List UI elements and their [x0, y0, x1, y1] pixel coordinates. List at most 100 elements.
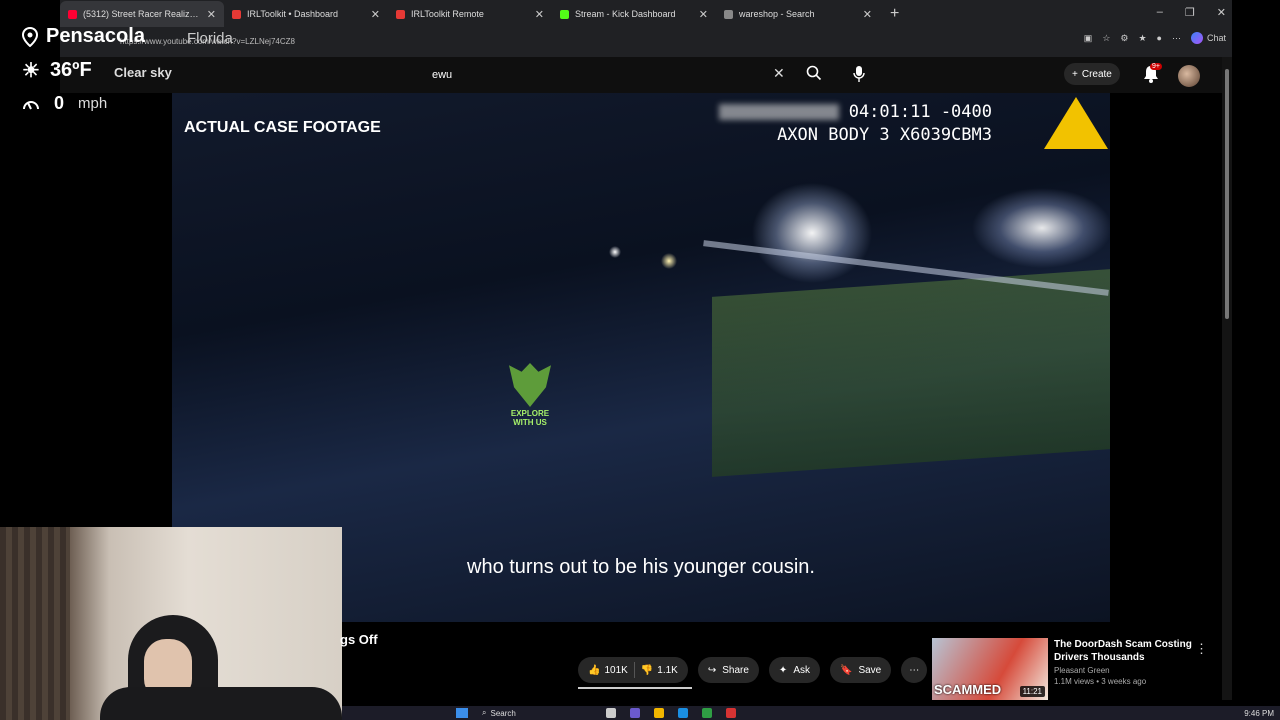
channel-name[interactable]: Pleasant Green: [1054, 666, 1204, 675]
copilot-chat-button[interactable]: Chat: [1190, 32, 1226, 44]
weather-condition: Clear sky: [114, 65, 172, 80]
ask-button[interactable]: ✦ Ask: [768, 657, 820, 683]
recommendation-info: The DoorDash Scam Costing Drivers Thousa…: [1048, 638, 1204, 702]
tab-wareshop-search[interactable]: wareshop - Search ✕: [716, 1, 880, 27]
file-explorer-icon[interactable]: [654, 708, 664, 718]
share-label: Share: [722, 664, 749, 676]
redacted-date: [718, 104, 839, 120]
avatar[interactable]: [1178, 65, 1200, 87]
close-tab-icon[interactable]: ✕: [535, 8, 544, 21]
windows-start-icon[interactable]: [456, 708, 468, 718]
profile-icon[interactable]: ●: [1157, 33, 1162, 43]
dislike-button[interactable]: 👎 1.1K: [641, 665, 678, 676]
ask-label: Ask: [793, 664, 810, 676]
video-title: gs Off: [340, 632, 378, 647]
notifications-badge: 9+: [1150, 63, 1162, 70]
recommended-video[interactable]: SCAMMED 11:21 The DoorDash Scam Costing …: [932, 638, 1222, 702]
bodycam-id: AXON BODY 3 X6039CBM3: [777, 125, 992, 145]
share-icon: ↪: [707, 664, 717, 676]
close-tab-icon[interactable]: ✕: [371, 8, 380, 21]
wolf-logo-icon: [509, 363, 551, 407]
search-icon: ⌕: [482, 708, 487, 717]
clear-search-icon[interactable]: ✕: [773, 65, 785, 82]
save-label: Save: [858, 664, 882, 676]
browser-chrome: (5312) Street Racer Realizes H ✕ IRLTool…: [60, 0, 1232, 57]
location-pin-icon: [22, 26, 38, 47]
like-dislike-group: 👍 101K 👎 1.1K: [578, 657, 688, 683]
microphone-icon[interactable]: [852, 65, 866, 88]
watermark-text: EXPLORE WITH US: [510, 409, 550, 427]
youtube-favicon-icon: [68, 9, 77, 19]
like-ratio-bar: [578, 687, 692, 689]
taskbar-clock: 9:46 PM: [1244, 708, 1274, 718]
search-favicon-icon: [724, 9, 733, 19]
tab-title: wareshop - Search: [739, 9, 815, 19]
task-view-icon[interactable]: [606, 708, 616, 718]
irltoolkit-favicon-icon: [232, 9, 241, 19]
curtain: [0, 527, 70, 720]
extensions-icon[interactable]: ⚙: [1120, 33, 1128, 44]
channel-watermark: EXPLORE WITH US: [502, 363, 558, 427]
speed-unit: mph: [78, 95, 108, 112]
thumbnail-text: SCAMMED: [934, 682, 1002, 697]
streamer-body: [100, 687, 342, 720]
like-count: 101K: [604, 664, 628, 676]
tab-title: IRLToolkit • Dashboard: [247, 9, 339, 19]
minimize-icon[interactable]: –: [1157, 6, 1163, 19]
kebab-menu-icon[interactable]: ⋮: [1195, 641, 1208, 657]
scrollbar-thumb[interactable]: [1225, 69, 1229, 319]
divider: [633, 662, 635, 678]
plus-icon: +: [1072, 68, 1078, 80]
favorites-icon[interactable]: ★: [1138, 33, 1146, 44]
obs-icon[interactable]: [726, 708, 736, 718]
like-button[interactable]: 👍 101K: [588, 665, 628, 676]
temperature: 36ºF: [49, 59, 92, 81]
window-controls: – ❐ ✕: [1157, 6, 1226, 19]
tab-irltoolkit-dashboard[interactable]: IRLToolkit • Dashboard ✕: [224, 1, 388, 27]
save-button[interactable]: 🔖 Save: [829, 657, 892, 683]
more-actions-button[interactable]: ⋯: [901, 657, 928, 683]
split-screen-icon[interactable]: ▣: [1084, 33, 1093, 44]
page-scrollbar[interactable]: [1222, 57, 1232, 700]
tab-strip: (5312) Street Racer Realizes H ✕ IRLTool…: [60, 0, 1232, 28]
city-name: Pensacola: [46, 25, 145, 47]
bodycam-stamp: 04:01:11 -0400 AXON BODY 3 X6039CBM3: [718, 101, 992, 147]
tab-kick-dashboard[interactable]: Stream - Kick Dashboard ✕: [552, 1, 716, 27]
more-menu-icon[interactable]: ⋯: [1172, 33, 1181, 44]
create-button[interactable]: + Create: [1064, 63, 1120, 85]
close-tab-icon[interactable]: ✕: [863, 8, 872, 21]
video-duration: 11:21: [1019, 686, 1045, 697]
copilot-icon: [1190, 32, 1203, 44]
tab-youtube[interactable]: (5312) Street Racer Realizes H ✕: [60, 1, 224, 27]
maximize-icon[interactable]: ❐: [1185, 6, 1195, 19]
bodycam-time: 04:01:11 -0400: [848, 102, 992, 122]
video-actions: 👍 101K 👎 1.1K ↪ Share ✦ Ask 🔖 Save ⋯: [578, 657, 928, 683]
recommendation-title[interactable]: The DoorDash Scam Costing Drivers Thousa…: [1054, 638, 1204, 664]
address-bar[interactable]: https://www.youtube.com/watch?v=LZLNej74…: [120, 32, 1120, 50]
copilot-app-icon[interactable]: [630, 708, 640, 718]
search-icon[interactable]: [806, 65, 822, 86]
kick-favicon-icon: [560, 9, 569, 19]
video-thumbnail[interactable]: SCAMMED 11:21: [932, 638, 1048, 700]
windows-taskbar: ⌕ Search 9:46 PM: [342, 706, 1280, 720]
thumbs-up-icon: 👍: [588, 664, 601, 676]
browser-toolbar: ▣ ☆ ⚙ ★ ● ⋯ Chat: [1084, 32, 1226, 44]
speed-value: 0: [54, 93, 65, 113]
taskbar-search[interactable]: ⌕ Search: [482, 708, 592, 718]
new-tab-button[interactable]: +: [890, 5, 899, 23]
close-tab-icon[interactable]: ✕: [207, 8, 216, 21]
tab-irltoolkit-remote[interactable]: IRLToolkit Remote ✕: [388, 1, 552, 27]
xbox-icon[interactable]: [702, 708, 712, 718]
location-overlay: Pensacola: [22, 25, 145, 48]
view-meta: 1.1M views • 3 weeks ago: [1054, 677, 1147, 686]
share-button[interactable]: ↪ Share: [697, 657, 759, 683]
close-window-icon[interactable]: ✕: [1217, 6, 1226, 19]
taskbar-search-label: Search: [490, 708, 516, 718]
case-footage-label: ACTUAL CASE FOOTAGE: [184, 119, 381, 136]
edge-browser-icon[interactable]: [678, 708, 688, 718]
create-label: Create: [1081, 68, 1112, 80]
favorite-star-icon[interactable]: ☆: [1102, 33, 1110, 44]
dislike-count: 1.1K: [657, 664, 678, 676]
close-tab-icon[interactable]: ✕: [699, 8, 708, 21]
search-input[interactable]: ewu: [422, 62, 860, 88]
